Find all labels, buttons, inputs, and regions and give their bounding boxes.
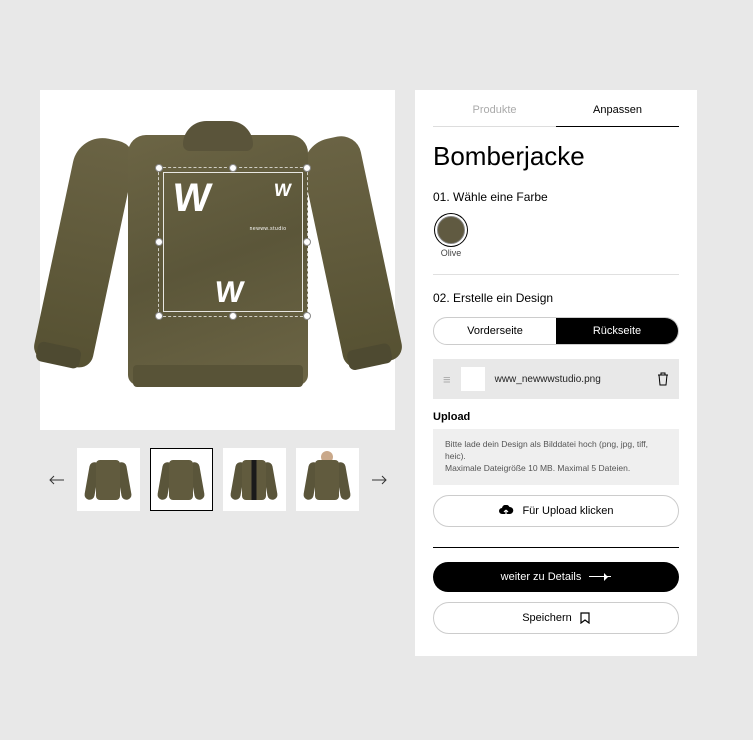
thumbnail-next-arrow[interactable] (369, 470, 389, 490)
design-glyph-w-bottom: W (212, 276, 245, 310)
upload-heading: Upload (433, 411, 679, 423)
thumbnail-4-model[interactable] (296, 448, 359, 511)
divider-2 (433, 547, 679, 548)
thumbnail-3-open[interactable] (223, 448, 286, 511)
thumbnail-prev-arrow[interactable] (47, 470, 67, 490)
color-swatch-label: Olive (433, 248, 469, 258)
thumbnail-row (40, 448, 395, 511)
design-glyph-w-small: W (272, 180, 292, 201)
bookmark-icon (580, 612, 590, 624)
cloud-upload-icon (498, 505, 514, 517)
side-back-button[interactable]: Rückseite (556, 318, 678, 344)
step1-label: 01. Wähle eine Farbe (433, 190, 679, 204)
config-panel: Produkte Anpassen Bomberjacke 01. Wähle … (415, 90, 697, 656)
file-thumbnail (461, 367, 485, 391)
file-name: www_newwwstudio.png (495, 374, 647, 385)
jacket-sleeve-left (31, 133, 138, 370)
step2-label: 02. Erstelle ein Design (433, 291, 679, 305)
resize-handle-top-right[interactable] (303, 164, 311, 172)
design-brand-text: newww.studio (250, 226, 287, 232)
design-bounding-box[interactable]: W W W newww.studio (158, 167, 308, 317)
continue-button[interactable]: weiter zu Details (433, 562, 679, 592)
upload-note-line1: Bitte lade dein Design als Bilddatei hoc… (445, 439, 648, 461)
thumbnail-2-back-active[interactable] (150, 448, 213, 511)
side-front-button[interactable]: Vorderseite (434, 318, 556, 344)
tab-products[interactable]: Produkte (433, 90, 556, 127)
jacket-illustration: W W W newww.studio (78, 115, 358, 405)
continue-button-label: weiter zu Details (501, 571, 582, 583)
design-glyph-w-large: W (169, 176, 213, 221)
delete-file-icon[interactable] (657, 372, 669, 386)
save-button-label: Speichern (522, 612, 572, 624)
side-toggle: Vorderseite Rückseite (433, 317, 679, 345)
resize-handle-bottom-center[interactable] (229, 312, 237, 320)
resize-handle-mid-left[interactable] (155, 238, 163, 246)
arrow-right-icon (589, 576, 611, 577)
product-title: Bomberjacke (433, 141, 679, 172)
product-preview-column: W W W newww.studio (40, 90, 395, 656)
resize-handle-bottom-right[interactable] (303, 312, 311, 320)
divider-1 (433, 274, 679, 275)
tab-customize[interactable]: Anpassen (556, 90, 679, 127)
jacket-collar (183, 121, 253, 151)
jacket-hem (133, 365, 303, 387)
jacket-sleeve-right (298, 133, 405, 370)
thumbnail-1-front[interactable] (77, 448, 140, 511)
resize-handle-mid-right[interactable] (303, 238, 311, 246)
panel-tabs: Produkte Anpassen (433, 90, 679, 127)
upload-button[interactable]: Für Upload klicken (433, 495, 679, 527)
color-swatch-olive[interactable] (437, 216, 465, 244)
resize-handle-top-center[interactable] (229, 164, 237, 172)
upload-note-line2: Maximale Dateigröße 10 MB. Maximal 5 Dat… (445, 463, 630, 473)
drag-handle-icon[interactable]: ≡ (443, 373, 451, 386)
upload-note: Bitte lade dein Design als Bilddatei hoc… (433, 429, 679, 485)
product-preview-main: W W W newww.studio (40, 90, 395, 430)
save-button[interactable]: Speichern (433, 602, 679, 634)
resize-handle-top-left[interactable] (155, 164, 163, 172)
upload-button-label: Für Upload klicken (522, 505, 613, 517)
resize-handle-bottom-left[interactable] (155, 312, 163, 320)
uploaded-file-row: ≡ www_newwwstudio.png (433, 359, 679, 399)
